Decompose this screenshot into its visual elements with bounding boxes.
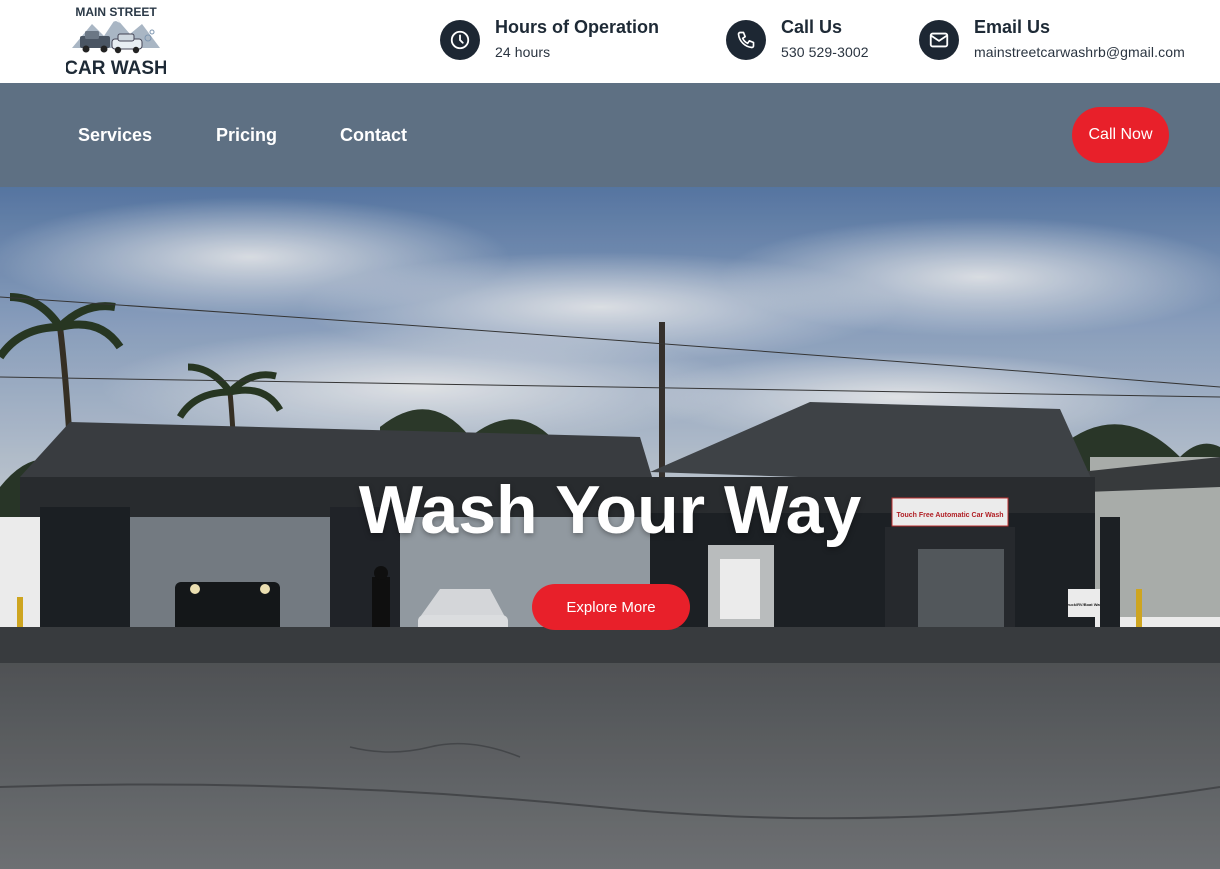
hours-title: Hours of Operation [495,17,660,37]
call-info[interactable]: Call Us 530 529-3002 [726,16,869,60]
call-now-button[interactable]: Call Now [1072,107,1169,163]
clock-icon [440,20,480,60]
email-info[interactable]: Email Us mainstreetcarwashrb@gmail.com [919,16,1185,60]
phone-number[interactable]: 530 529-3002 [781,44,869,60]
email-title: Email Us [974,17,1051,37]
phone-icon [726,20,766,60]
nav-item-contact[interactable]: Contact [340,125,407,145]
car-wash-logo[interactable]: MAIN STREET CAR WASH [66,2,166,80]
explore-more-button[interactable]: Explore More [532,584,690,630]
logo-top-text: MAIN STREET [75,5,157,19]
hero-section: Touch Free Automatic Car Wash Truck/RV/B… [0,187,1220,869]
logo-bottom-text: CAR WASH [66,58,166,79]
hours-info: Hours of Operation 24 hours [440,16,659,60]
top-info-bar: MAIN STREET CAR WASH Hours of Operation … [0,0,1220,83]
call-title: Call Us [781,17,843,37]
nav-item-pricing[interactable]: Pricing [216,125,277,145]
hours-value: 24 hours [495,44,551,60]
email-address[interactable]: mainstreetcarwashrb@gmail.com [974,44,1185,60]
hero-title: Wash Your Way [358,472,862,548]
mail-icon [919,20,959,60]
main-nav: Services Pricing Contact Call Now [0,83,1220,187]
nav-item-services[interactable]: Services [78,125,152,145]
